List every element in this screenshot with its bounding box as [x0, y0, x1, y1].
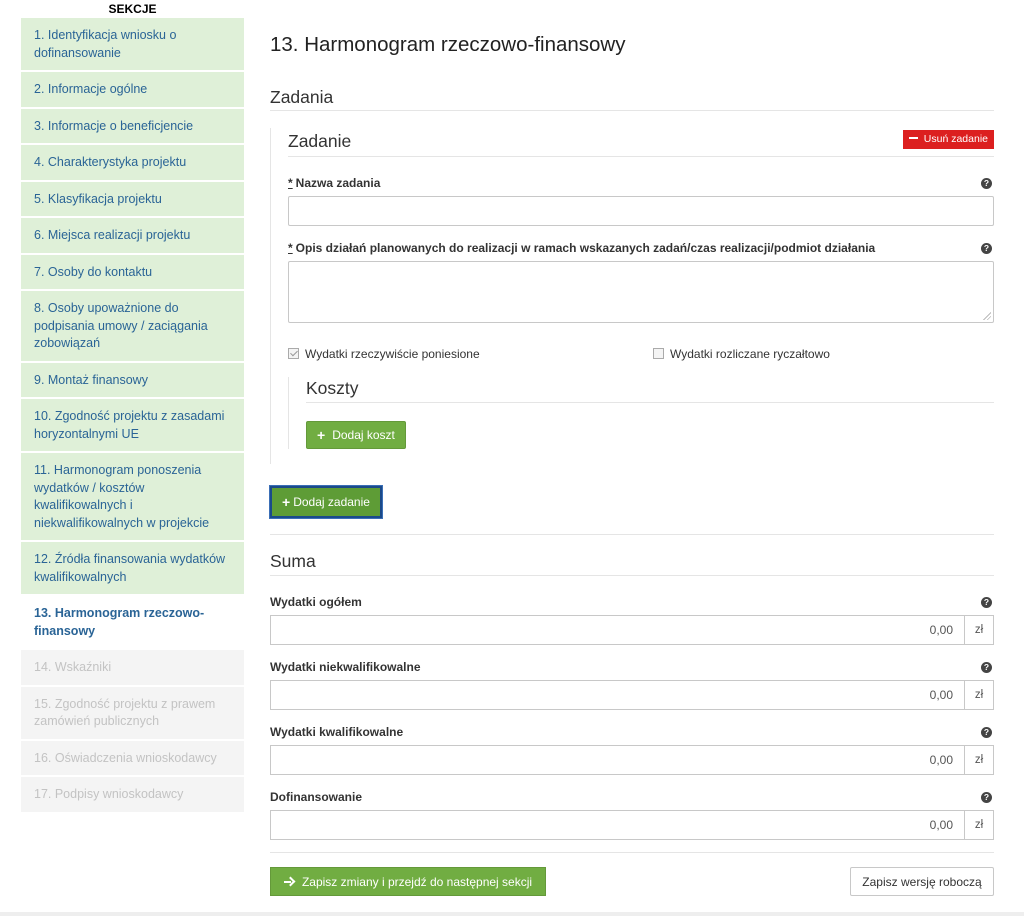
- suma-heading: Suma: [270, 551, 316, 571]
- minus-icon: [908, 137, 918, 140]
- task-panel-border: [270, 128, 271, 464]
- total-expenses-field[interactable]: 0,00 zł: [270, 615, 994, 645]
- question-circle-icon[interactable]: ?: [981, 243, 992, 254]
- arrow-right-icon: [283, 877, 294, 887]
- sidebar-item-3[interactable]: 3. Informacje o beneficjencie: [21, 108, 244, 143]
- total-expenses-input[interactable]: 0,00: [270, 615, 964, 645]
- sidebar-item-11[interactable]: 11. Harmonogram ponoszenia wydatków / ko…: [21, 453, 244, 540]
- sidebar-item-10[interactable]: 10. Zgodność projektu z zasadami horyzon…: [21, 399, 244, 451]
- checkbox-actual-costs[interactable]: Wydatki rzeczywiście poniesione: [288, 347, 480, 361]
- save-draft-button[interactable]: Zapisz wersję roboczą: [850, 867, 994, 896]
- currency-addon: zł: [964, 680, 994, 710]
- sidebar-item-4[interactable]: 4. Charakterystyka projektu: [21, 145, 244, 180]
- sidebar-item-2[interactable]: 2. Informacje ogólne: [21, 72, 244, 107]
- question-circle-icon[interactable]: ?: [981, 792, 992, 803]
- save-and-next-label: Zapisz zmiany i przejdź do następnej sek…: [301, 874, 533, 889]
- co-financing-input[interactable]: 0,00: [270, 810, 964, 840]
- page: SEKCJE 1. Identyfikacja wniosku o dofina…: [0, 0, 1024, 919]
- task-description-textarea[interactable]: [288, 261, 994, 323]
- sidebar-item-15: 15. Zgodność projektu z prawem zamówień …: [21, 686, 244, 739]
- currency-addon: zł: [964, 810, 994, 840]
- checkbox-actual-costs-label: Wydatki rzeczywiście poniesione: [305, 347, 480, 361]
- sidebar-item-6[interactable]: 6. Miejsca realizacji projektu: [21, 218, 244, 253]
- remove-task-label: Usuń zadanie: [923, 133, 988, 145]
- required-mark: *: [288, 241, 293, 255]
- costs-panel-border: [288, 377, 289, 449]
- task-name-label-text: Nazwa zadania: [295, 176, 381, 190]
- divider: [306, 402, 994, 403]
- checkbox-lump-sum-label: Wydatki rozliczane ryczałtowo: [670, 347, 830, 361]
- sidebar-item-7[interactable]: 7. Osoby do kontaktu: [21, 254, 244, 289]
- remove-task-button[interactable]: Usuń zadanie: [902, 130, 994, 149]
- checkbox-icon[interactable]: [653, 348, 664, 359]
- add-task-button[interactable]: + Dodaj zadanie: [269, 485, 383, 519]
- divider: [270, 110, 994, 111]
- sidebar-item-12[interactable]: 12. Źródła finansowania wydatków kwalifi…: [21, 542, 244, 594]
- sidebar-item-8[interactable]: 8. Osoby upoważnione do podpisania umowy…: [21, 291, 244, 361]
- sidebar-item-17: 17. Podpisy wnioskodawcy: [21, 777, 244, 812]
- page-title: 13. Harmonogram rzeczowo-finansowy: [270, 33, 626, 56]
- task-name-input[interactable]: [288, 196, 994, 226]
- eligible-expenses-field[interactable]: 0,00 zł: [270, 745, 994, 775]
- divider: [270, 534, 994, 535]
- non-eligible-expenses-input[interactable]: 0,00: [270, 680, 964, 710]
- sidebar-item-9[interactable]: 9. Montaż finansowy: [21, 362, 244, 397]
- non-eligible-expenses-field[interactable]: 0,00 zł: [270, 680, 994, 710]
- sidebar-item-13[interactable]: 13. Harmonogram rzeczowo-finansowy: [21, 596, 244, 648]
- co-financing-field[interactable]: 0,00 zł: [270, 810, 994, 840]
- add-task-label: Dodaj zadanie: [293, 495, 370, 509]
- costs-heading: Koszty: [306, 378, 359, 398]
- sidebar-title: SEKCJE: [108, 2, 157, 16]
- eligible-expenses-input[interactable]: 0,00: [270, 745, 964, 775]
- resize-handle[interactable]: [983, 312, 991, 320]
- divider: [288, 156, 994, 157]
- question-circle-icon[interactable]: ?: [981, 727, 992, 738]
- zadania-heading: Zadania: [270, 87, 334, 107]
- sidebar-item-5[interactable]: 5. Klasyfikacja projektu: [21, 181, 244, 216]
- question-circle-icon[interactable]: ?: [981, 662, 992, 673]
- task-heading: Zadanie: [288, 131, 352, 151]
- sidebar-item-16: 16. Oświadczenia wnioskodawcy: [21, 740, 244, 775]
- task-description-label: * Opis działań planowanych do realizacji …: [288, 241, 875, 255]
- plus-icon: +: [282, 494, 291, 510]
- plus-icon: +: [317, 427, 326, 443]
- sections-sidebar: SEKCJE 1. Identyfikacja wniosku o dofina…: [21, 0, 244, 814]
- eligible-expenses-label: Wydatki kwalifikowalne: [270, 725, 404, 739]
- divider: [270, 575, 994, 576]
- add-cost-label: Dodaj koszt: [332, 428, 395, 442]
- sidebar-item-14: 14. Wskaźniki: [21, 650, 244, 685]
- question-circle-icon[interactable]: ?: [981, 597, 992, 608]
- task-name-label: * Nazwa zadania: [288, 176, 380, 190]
- non-eligible-expenses-label: Wydatki niekwalifikowalne: [270, 660, 421, 674]
- checkbox-icon[interactable]: [288, 348, 299, 359]
- add-cost-button[interactable]: + Dodaj koszt: [306, 421, 406, 449]
- total-expenses-label: Wydatki ogółem: [270, 595, 362, 609]
- task-description-label-text: Opis działań planowanych do realizacji w…: [295, 241, 876, 255]
- co-financing-label: Dofinansowanie: [270, 790, 363, 804]
- sidebar-item-1[interactable]: 1. Identyfikacja wniosku o dofinansowani…: [21, 18, 244, 70]
- divider: [270, 852, 994, 853]
- question-circle-icon[interactable]: ?: [981, 178, 992, 189]
- footer-divider: [0, 912, 1024, 916]
- currency-addon: zł: [964, 615, 994, 645]
- required-mark: *: [288, 176, 293, 190]
- currency-addon: zł: [964, 745, 994, 775]
- sidebar-nav: 1. Identyfikacja wniosku o dofinansowani…: [21, 18, 244, 812]
- save-and-next-button[interactable]: Zapisz zmiany i przejdź do następnej sek…: [270, 867, 546, 896]
- checkbox-lump-sum[interactable]: Wydatki rozliczane ryczałtowo: [653, 347, 830, 361]
